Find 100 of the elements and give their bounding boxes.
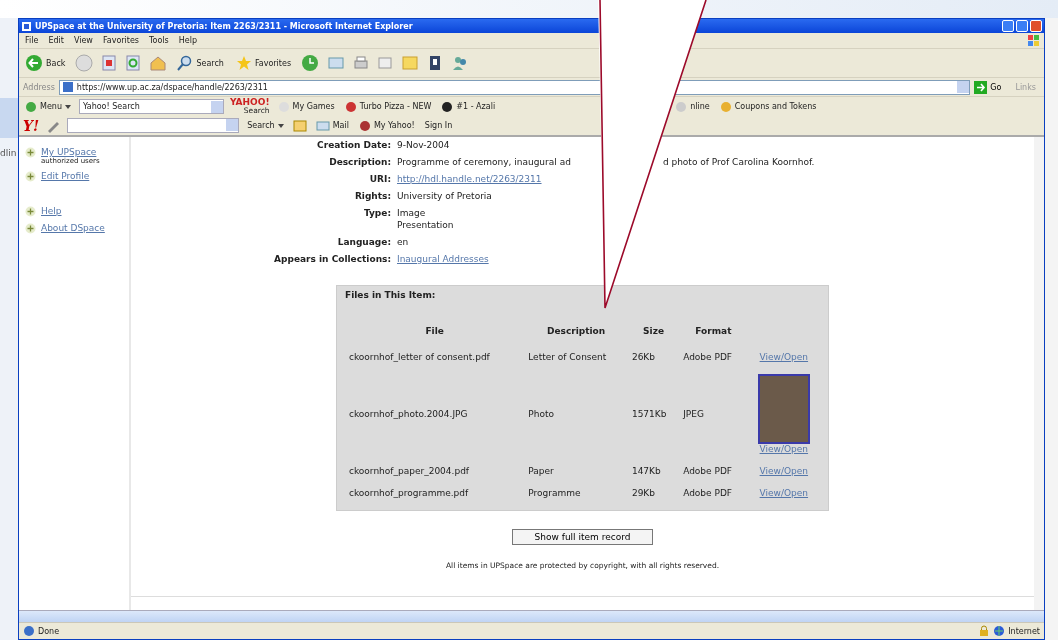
table-cell-text: JPEG xyxy=(681,408,705,421)
circle-icon xyxy=(358,119,371,132)
column-header: Description xyxy=(545,325,607,338)
person-icon xyxy=(25,100,37,113)
column-header: Size xyxy=(642,325,665,338)
mail-icon[interactable] xyxy=(327,54,346,72)
browser-icon xyxy=(21,20,32,32)
menu-item[interactable]: File xyxy=(25,36,39,45)
view-open-link[interactable]: View/Open xyxy=(759,488,809,498)
sidebar-link[interactable]: My UPSpace xyxy=(41,147,100,157)
globe-icon xyxy=(993,625,1006,637)
home-icon[interactable] xyxy=(149,54,168,72)
folder-icon[interactable] xyxy=(401,54,420,72)
field-link[interactable]: Inaugural Addresses xyxy=(397,253,1034,265)
field-label: Description: xyxy=(328,156,391,168)
menu-item[interactable]: View xyxy=(73,36,93,45)
view-open-link[interactable]: View/Open xyxy=(759,352,809,362)
table-cell-text: 26Kb xyxy=(630,351,656,364)
vertical-scrollbar[interactable] xyxy=(1034,137,1044,610)
yahoo-search-button[interactable]: Search xyxy=(245,121,286,130)
column-header: File xyxy=(424,325,445,338)
field-link[interactable]: http://hdl.handle.net/2263/2311 xyxy=(397,173,1034,185)
field-label: Language: xyxy=(336,236,391,248)
show-full-record-button[interactable]: Show full item record xyxy=(511,529,654,545)
table-cell-text: ckoornhof_photo.2004.JPG xyxy=(348,408,469,421)
stop-icon[interactable] xyxy=(101,54,118,72)
yahoo-search-field[interactable] xyxy=(67,118,240,133)
sign-in-button[interactable]: Sign In xyxy=(422,121,455,130)
print-icon[interactable] xyxy=(353,54,370,72)
circle-icon xyxy=(719,100,732,113)
toolbar-link[interactable]: Coupons and Tokens xyxy=(717,100,819,113)
minimize-button[interactable] xyxy=(1002,20,1014,32)
go-button[interactable]: Go xyxy=(974,80,1002,94)
field-value: University of Pretoria xyxy=(397,190,493,202)
background-window xyxy=(0,98,18,138)
table-cell-text: Photo xyxy=(527,408,555,421)
toolbar-link[interactable]: My Games xyxy=(275,100,337,113)
caret-icon xyxy=(64,104,71,109)
field-label: Type: xyxy=(362,207,391,220)
refresh-icon[interactable] xyxy=(125,54,142,72)
circle-icon xyxy=(344,100,357,113)
plus-icon xyxy=(25,206,36,217)
envelope-icon xyxy=(315,119,330,132)
status-text: Done xyxy=(38,626,60,636)
yahoo-menu-button[interactable]: Menu xyxy=(23,100,73,113)
search-icon xyxy=(177,55,194,71)
photo-placeholder[interactable] xyxy=(757,374,810,444)
sidebar-link[interactable]: About DSpace xyxy=(41,223,105,233)
table-cell-text: Adobe PDF xyxy=(682,465,734,478)
field-value: Programme of ceremony, inaugural ad xyxy=(397,156,571,168)
sidebar-link[interactable]: Help xyxy=(41,206,62,216)
field-value: Presentation xyxy=(397,219,455,231)
view-open-link[interactable]: View/Open xyxy=(759,466,809,476)
lock-icon xyxy=(978,625,991,637)
menu-item[interactable]: Favorites xyxy=(102,36,139,45)
table-cell-text: 29Kb xyxy=(630,487,656,500)
yahoo-logo[interactable]: Y! xyxy=(23,117,40,134)
view-open-link[interactable]: View/Open xyxy=(759,444,809,454)
window-icon[interactable] xyxy=(291,118,308,133)
toolbar-link[interactable]: nline xyxy=(673,100,712,113)
zone-text: Internet xyxy=(1008,626,1040,636)
files-title: Files in This Item: xyxy=(345,290,436,300)
table-cell-text: Paper xyxy=(527,465,555,478)
field-label: URI: xyxy=(368,173,391,185)
page-icon xyxy=(61,81,74,93)
field-label: Appears in Collections: xyxy=(273,253,391,265)
horizontal-scrollbar[interactable] xyxy=(19,610,1044,622)
field-value: en xyxy=(397,236,410,248)
circle-icon xyxy=(675,100,688,113)
menu-item[interactable]: Help xyxy=(178,36,197,45)
back-button[interactable]: Back xyxy=(23,54,68,72)
favorites-button[interactable]: Favorites xyxy=(233,55,294,71)
maximize-button[interactable] xyxy=(1016,20,1028,32)
menu-item[interactable]: Edit xyxy=(48,36,64,45)
history-icon[interactable] xyxy=(301,54,320,72)
plus-icon xyxy=(25,171,36,182)
address-field[interactable]: https://www.up.ac.za/dspace/handle/2263/2311 xyxy=(58,79,971,95)
menu-item[interactable]: Tools xyxy=(149,36,169,45)
caret-icon xyxy=(277,123,284,128)
column-header: Format xyxy=(694,325,733,338)
mail-button[interactable]: Mail xyxy=(313,119,351,132)
table-cell-text: Programme xyxy=(527,487,582,500)
plus-icon xyxy=(25,147,36,158)
edit-icon[interactable] xyxy=(377,54,394,72)
plus-icon xyxy=(25,223,36,234)
sidebar-link[interactable]: Edit Profile xyxy=(41,171,90,181)
yahoo-search-field[interactable]: Yahoo! Search xyxy=(78,99,224,114)
field-value: Image xyxy=(397,207,427,219)
my-yahoo-button[interactable]: My Yahoo! xyxy=(356,119,417,132)
table-cell-text: ckoornhof_letter of consent.pdf xyxy=(348,351,491,364)
windows-logo-icon xyxy=(1028,34,1040,47)
field-label: Creation Date: xyxy=(316,139,391,151)
table-cell-text: ckoornhof_programme.pdf xyxy=(348,487,470,500)
arrow-icon xyxy=(974,80,988,94)
toolbar-link[interactable]: Turbo Pizza - NEW xyxy=(342,100,434,113)
circle-icon xyxy=(441,100,454,113)
forward-icon[interactable] xyxy=(75,54,94,72)
search-button[interactable]: Search xyxy=(175,55,226,71)
close-button[interactable] xyxy=(1030,20,1042,32)
toolbar-link[interactable]: #1 - Azali xyxy=(439,100,498,113)
